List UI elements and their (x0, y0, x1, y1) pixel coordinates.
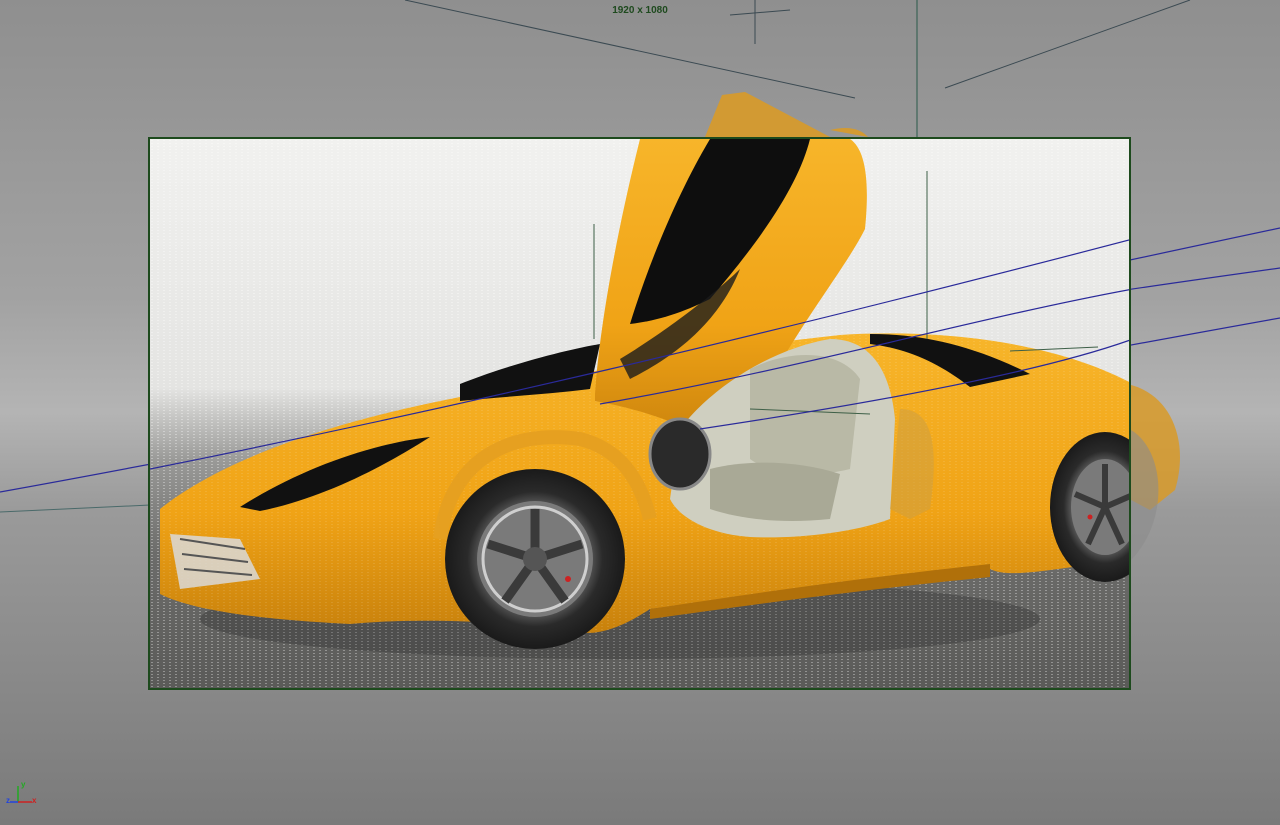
resolution-gate (148, 137, 1131, 690)
resolution-gate-label: 1920 x 1080 (612, 5, 668, 16)
3d-viewport[interactable]: 1920 x 1080 y z x (0, 0, 1280, 825)
axis-x-label: x (32, 796, 37, 805)
axis-y-label: y (21, 780, 26, 789)
axis-z-label: z (6, 796, 10, 805)
axis-gizmo: y z x (4, 780, 40, 810)
render-view (150, 139, 1129, 688)
